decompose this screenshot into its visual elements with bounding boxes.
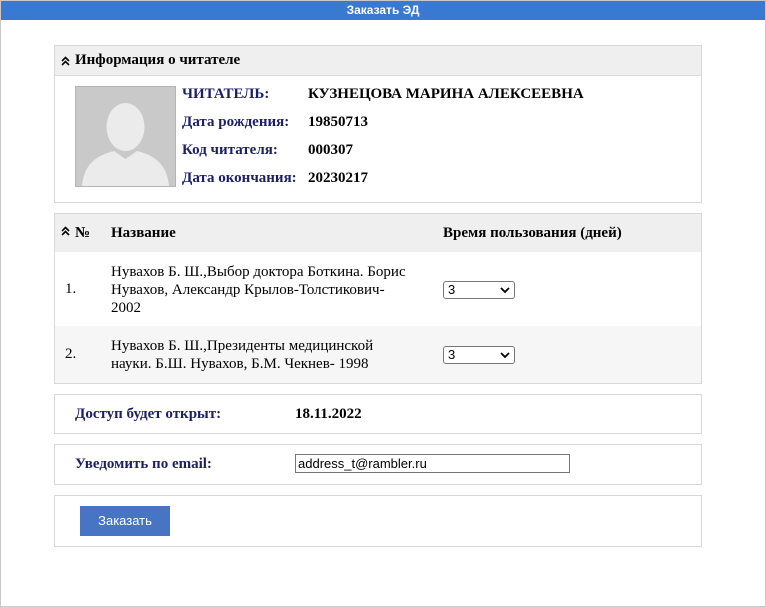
end-date-value: 20230217: [308, 170, 368, 186]
usage-days-value: 3: [448, 282, 456, 297]
reader-code-label: Код читателя:: [182, 142, 278, 158]
order-button[interactable]: Заказать: [80, 506, 170, 536]
reader-info-header[interactable]: Информация о читателе: [55, 46, 701, 76]
notify-email-label: Уведомить по email:: [75, 456, 212, 472]
books-table-panel: № Название Время пользования (дней) 1. Н…: [54, 213, 702, 384]
collapse-up-icon[interactable]: [59, 46, 71, 75]
order-panel: Заказать: [54, 495, 702, 547]
window-title: Заказать ЭД: [1, 1, 765, 20]
birth-date-label: Дата рождения:: [182, 114, 290, 130]
avatar: [75, 86, 176, 187]
book-index: 2.: [65, 346, 77, 362]
column-usage-days: Время пользования (дней): [443, 225, 622, 241]
end-date-label: Дата окончания:: [182, 170, 297, 186]
chevron-down-icon: [500, 352, 510, 359]
notify-email-panel: Уведомить по email: address_t@rambler.ru: [54, 444, 702, 485]
book-title: Нувахов Б. Ш.,Президенты медицинской нау…: [111, 338, 374, 372]
access-date-value: 18.11.2022: [295, 406, 362, 422]
collapse-up-icon[interactable]: [59, 214, 71, 248]
birth-date-value: 19850713: [308, 114, 368, 130]
reader-info-panel: Информация о читателе ЧИТАТЕЛЬ: КУЗНЕЦОВ…: [54, 45, 702, 203]
usage-days-select[interactable]: 3: [443, 281, 515, 299]
table-row: 2. Нувахов Б. Ш.,Президенты медицинской …: [55, 326, 701, 383]
usage-days-value: 3: [448, 347, 456, 362]
column-title: Название: [111, 225, 176, 241]
person-silhouette-icon: [76, 87, 175, 186]
books-table-header: № Название Время пользования (дней): [55, 214, 701, 252]
book-index: 1.: [65, 281, 77, 297]
table-row: 1. Нувахов Б. Ш.,Выбор доктора Боткина. …: [55, 252, 701, 326]
reader-name-value: КУЗНЕЦОВА МАРИНА АЛЕКСЕЕВНА: [308, 86, 584, 102]
reader-name-label: ЧИТАТЕЛЬ:: [182, 86, 270, 102]
email-field[interactable]: address_t@rambler.ru: [295, 454, 570, 473]
access-date-panel: Доступ будет открыт: 18.11.2022: [54, 394, 702, 434]
book-title: Нувахов Б. Ш.,Выбор доктора Боткина. Бор…: [111, 264, 406, 316]
order-ed-window: Заказать ЭД Информация о читателе ЧИТАТЕ…: [0, 0, 766, 607]
column-number: №: [75, 225, 91, 241]
access-date-label: Доступ будет открыт:: [75, 406, 222, 422]
chevron-down-icon: [500, 287, 510, 294]
usage-days-select[interactable]: 3: [443, 346, 515, 364]
reader-code-value: 000307: [308, 142, 353, 158]
reader-info-title: Информация о читателе: [75, 52, 241, 68]
